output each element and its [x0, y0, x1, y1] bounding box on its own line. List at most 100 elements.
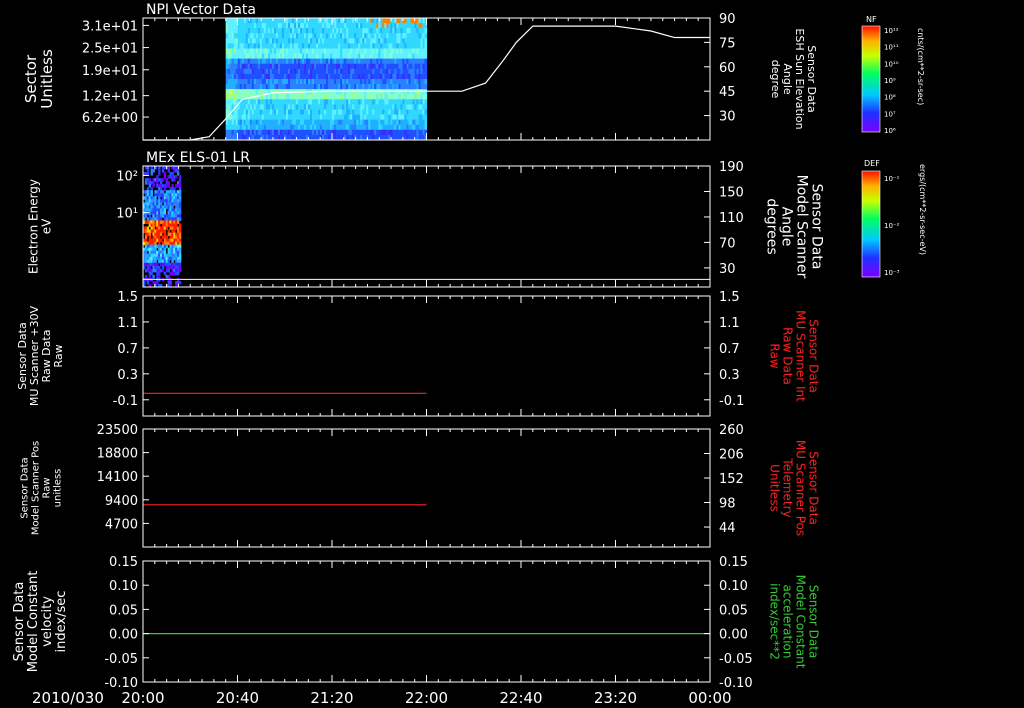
axis-label-line: Model Constant — [26, 571, 41, 673]
heat-cell — [424, 38, 428, 45]
heat-cell — [178, 235, 182, 240]
heat-cell — [178, 232, 182, 237]
heat-cell — [424, 28, 428, 34]
heat-cell — [167, 184, 170, 188]
heat-cell — [167, 181, 170, 185]
heat-cell — [144, 274, 148, 279]
heat-cell — [161, 178, 165, 182]
heat-cell — [160, 238, 163, 243]
right-tick-label: 0.05 — [719, 603, 748, 618]
time-tick-label: 20:40 — [216, 689, 259, 707]
panel-model-constant: 0.150.100.050.00-0.05-0.100.150.100.050.… — [12, 555, 821, 691]
y-tick-label: 23500 — [97, 423, 138, 438]
y-tick-label: 10¹ — [116, 207, 138, 222]
colorbar-gradient — [861, 25, 881, 133]
heat-cell — [148, 235, 152, 240]
heat-cell — [178, 205, 182, 209]
heat-cell — [424, 109, 428, 116]
heat-cell — [152, 184, 155, 188]
heat-cell — [158, 274, 161, 279]
y-tick-label: -0.05 — [104, 652, 138, 667]
right-tick-label: -0.05 — [719, 652, 753, 667]
heat-cell — [173, 178, 176, 182]
heat-cell — [150, 187, 153, 191]
heat-cell — [152, 274, 155, 279]
heat-cell — [163, 172, 167, 176]
panel-ticks: 0.150.100.050.00-0.05-0.100.150.100.050.… — [104, 555, 752, 691]
right-label-line: Telemetry — [781, 457, 795, 517]
right-tick-label: 44 — [719, 521, 736, 536]
panel-scanner-pos: 23500 18800 14100 9400 4700 260 206 152 98 44 Sen… — [20, 423, 821, 548]
heat-cell — [158, 196, 161, 200]
colorbar-units: ergs/(cm**2-sr-sec-eV) — [918, 164, 927, 255]
right-tick-label: 206 — [719, 448, 744, 463]
colorbar-tick-label: 10⁷ — [884, 110, 896, 118]
right-label-line: index/sec**2 — [768, 583, 782, 660]
time-tick-label: 22:40 — [499, 689, 542, 707]
right-axis-label: Sensor DataModel Constantaccelerationind… — [768, 575, 821, 669]
heat-cell — [156, 262, 159, 267]
heat-cell — [144, 250, 148, 255]
heat-cell — [156, 280, 159, 285]
heat-cell — [167, 229, 170, 234]
heat-cell — [167, 169, 170, 173]
y-tick-label: 3.1e+01 — [82, 19, 138, 34]
right-tick-label: 110 — [719, 211, 744, 226]
right-tick-label: 0.7 — [719, 342, 740, 357]
right-label-line: acceleration — [781, 585, 795, 659]
heat-cell — [165, 244, 169, 249]
heat-cell — [178, 241, 182, 246]
right-label-line: Sensor Data — [809, 184, 825, 270]
colorbar-gradient — [861, 170, 881, 278]
npi-spectrogram — [225, 18, 428, 140]
y-tick-label: 14100 — [97, 470, 138, 485]
heat-cell — [148, 178, 152, 182]
heat-cell — [178, 217, 182, 221]
colorbar-units: cnts/(cm**2-sr-sec) — [916, 28, 925, 105]
right-tick-label: 260 — [719, 423, 744, 438]
heat-cell — [154, 196, 157, 200]
right-tick-label: 190 — [719, 160, 744, 175]
heat-cell — [424, 68, 428, 75]
right-label-line: Raw Data — [781, 327, 795, 385]
heat-cell — [167, 268, 170, 273]
right-tick-label: 45 — [719, 85, 736, 100]
heat-cell — [152, 181, 155, 185]
y-tick-label: 6.2e+00 — [82, 111, 138, 126]
heat-cell — [148, 214, 152, 218]
right-tick-label: 30 — [719, 262, 736, 277]
panel-title: MEx ELS-01 LR — [146, 150, 250, 166]
heat-cell — [148, 232, 152, 237]
right-tick-label: 70 — [719, 236, 736, 251]
heat-cell — [163, 229, 167, 234]
heat-cell — [178, 226, 182, 231]
y-tick-label: 0.7 — [117, 342, 138, 357]
date-label: 2010/030 — [32, 689, 104, 707]
heat-cell — [146, 169, 150, 173]
heat-cell — [424, 58, 428, 65]
heat-cell — [424, 79, 428, 85]
right-label-line: Unitless — [768, 464, 782, 512]
heat-cell — [424, 33, 428, 39]
left-axis-label: Electron Energy eV — [27, 179, 54, 274]
heat-cell — [152, 226, 155, 231]
heat-cell — [178, 178, 182, 182]
heat-cell — [158, 241, 161, 246]
heat-cell — [161, 265, 165, 270]
heat-cell — [178, 196, 182, 200]
heat-cell — [148, 184, 152, 188]
heat-cell — [424, 63, 428, 70]
right-tick-label: 0.10 — [719, 579, 748, 594]
right-tick-label: -0.1 — [719, 394, 744, 409]
heat-cell — [178, 199, 182, 203]
right-axis-label: Sensor DataModel ScannerAngledegrees — [764, 175, 825, 279]
heat-cell — [424, 114, 428, 121]
colorbar-tick-label: 10¹² — [884, 27, 899, 35]
heat-cell — [150, 190, 153, 194]
right-tick-label: 0.3 — [719, 368, 740, 383]
heat-cell — [178, 202, 182, 206]
heat-cell — [173, 229, 176, 234]
right-axis-label: Sensor DataESH Sun ElevationAngledegree — [769, 28, 818, 129]
heat-cell — [171, 205, 174, 209]
els-colorbar: DEF 10⁻¹ 10⁻² 10⁻³ ergs/(cm**2-sr-sec-eV) — [861, 159, 927, 278]
